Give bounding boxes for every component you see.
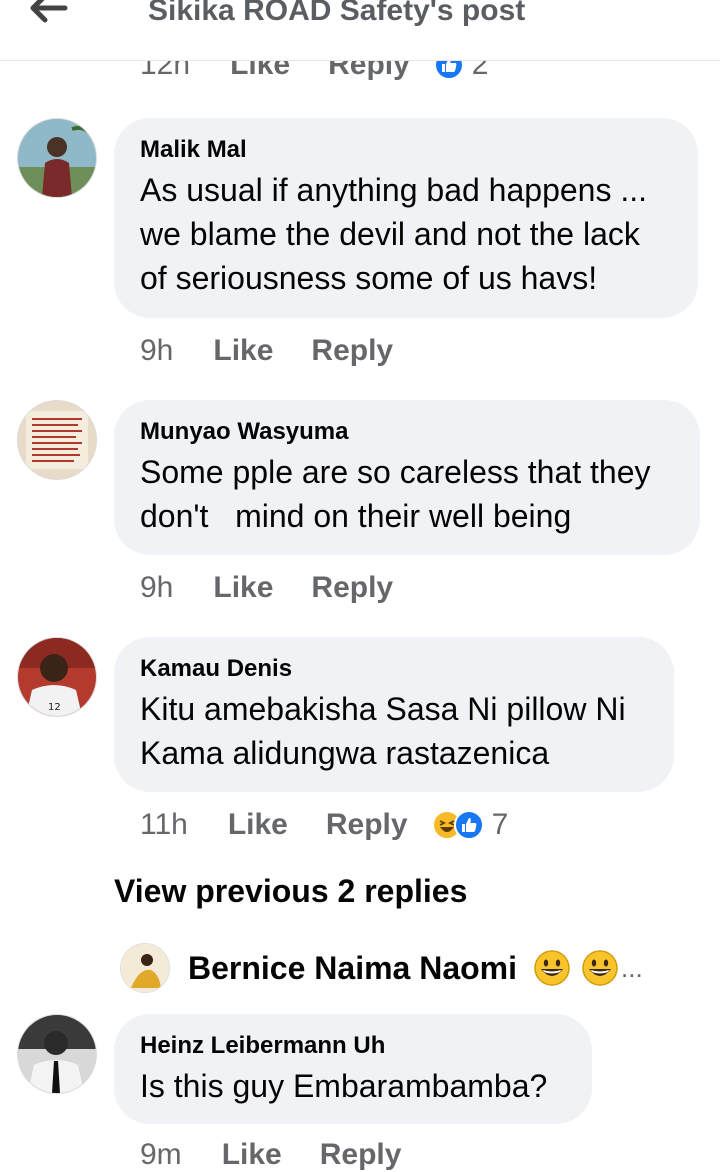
reply-truncation: ... [621, 952, 643, 983]
reaction-count: 7 [491, 808, 509, 841]
reply-button[interactable]: Reply [320, 1138, 402, 1172]
like-button[interactable]: Like [213, 571, 273, 605]
post-header: Sikika ROAD Safety's post [0, 0, 720, 61]
comment-text: Is this guy Embarambamba? [140, 1068, 548, 1104]
grinning-face-icon [534, 950, 570, 986]
comment-bubble[interactable]: Kamau Denis Kitu amebakisha Sasa Ni pill… [114, 637, 674, 792]
reaction-summary[interactable]: 7 [431, 808, 509, 842]
like-reaction-icon [453, 810, 484, 840]
user-photo-icon: 12 [18, 638, 96, 716]
commenter-name[interactable]: Munyao Wasyuma [140, 416, 674, 448]
grinning-face-icon [582, 950, 618, 986]
commenter-name[interactable]: Kamau Denis [140, 653, 648, 685]
like-button[interactable]: Like [228, 808, 288, 842]
commenter-name[interactable]: Heinz Leibermann Uh [140, 1030, 566, 1062]
comment-text: As usual if anything bad happens ... we … [140, 172, 648, 296]
comment-time: 11h [140, 808, 188, 841]
page-title: Sikika ROAD Safety's post [148, 0, 526, 27]
comment-time: 9m [140, 1138, 182, 1171]
avatar[interactable] [17, 118, 97, 198]
comment-time: 9h [140, 334, 174, 367]
reply-button[interactable]: Reply [326, 808, 408, 842]
view-previous-replies-link[interactable]: View previous 2 replies [114, 873, 467, 910]
comment-meta-row: 9h Like Reply [140, 571, 393, 605]
book-photo-icon [18, 401, 96, 479]
avatar[interactable] [17, 1014, 97, 1094]
comment-bubble[interactable]: Malik Mal As usual if anything bad happe… [114, 118, 698, 318]
comment-meta-row: 11h Like Reply 7 [140, 808, 508, 842]
back-arrow-icon [30, 0, 68, 23]
like-button[interactable]: Like [222, 1138, 282, 1172]
back-button[interactable] [22, 0, 76, 30]
comment-bubble[interactable]: Heinz Leibermann Uh Is this guy Embaramb… [114, 1014, 592, 1124]
user-photo-icon [18, 1015, 96, 1093]
comment-time: 9h [140, 571, 174, 604]
comment-text: Kitu amebakisha Sasa Ni pillow Ni Kama a… [140, 691, 626, 771]
svg-text:12: 12 [48, 702, 61, 713]
user-photo-icon [121, 944, 169, 992]
commenter-name[interactable]: Malik Mal [140, 134, 672, 166]
comment-text: Some pple are so careless that they don'… [140, 454, 651, 534]
reply-preview[interactable]: Bernice Naima Naomi ... [120, 943, 643, 993]
avatar[interactable] [17, 400, 97, 480]
reply-button[interactable]: Reply [311, 571, 393, 605]
comment-meta-row: 9m Like Reply [140, 1138, 401, 1172]
avatar[interactable] [120, 943, 170, 993]
avatar[interactable]: 12 [17, 637, 97, 717]
reply-author-name: Bernice Naima Naomi [188, 949, 518, 986]
comment-bubble[interactable]: Munyao Wasyuma Some pple are so careless… [114, 400, 700, 555]
reply-button[interactable]: Reply [311, 334, 393, 368]
comment-meta-row: 9h Like Reply [140, 334, 393, 368]
user-photo-icon [18, 119, 96, 197]
like-button[interactable]: Like [213, 334, 273, 368]
